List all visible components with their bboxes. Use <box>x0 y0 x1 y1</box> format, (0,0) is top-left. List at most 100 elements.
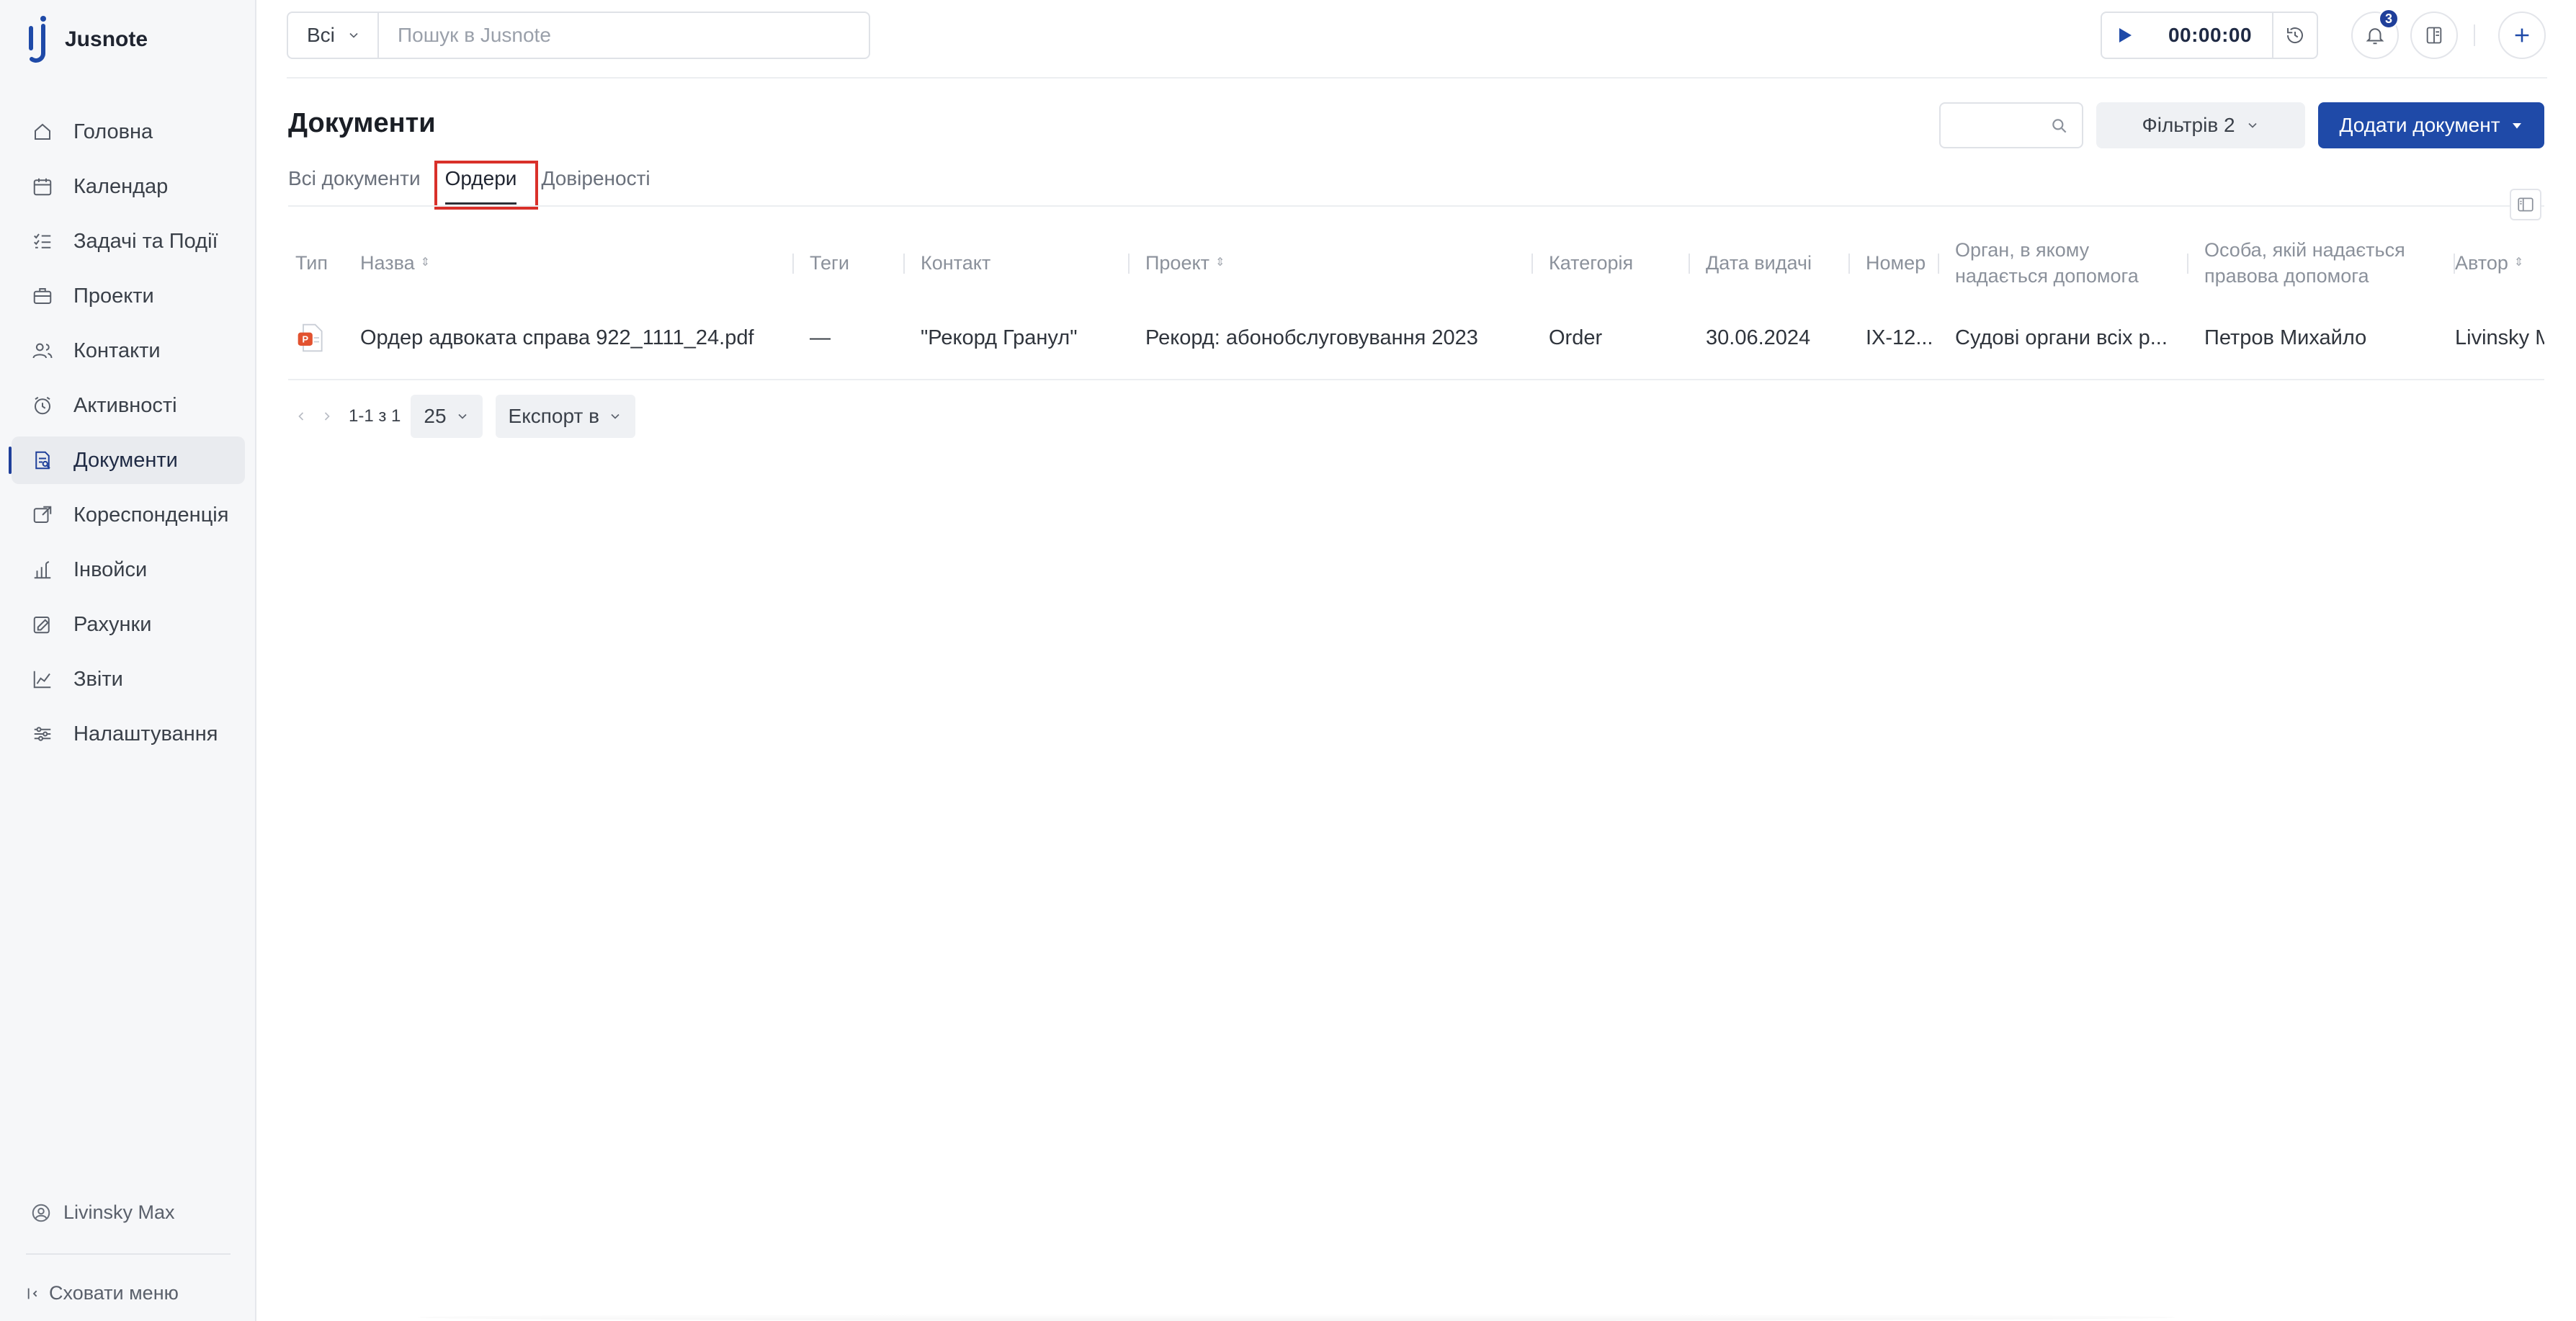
sidebar-item-activities[interactable]: Активності <box>12 382 245 429</box>
column-header-authority: Орган, в якому надається допомога <box>1955 230 2178 295</box>
column-settings-button[interactable] <box>2510 189 2541 220</box>
table-row[interactable]: P Ордер адвоката справа 922_1111_24.pdf … <box>288 295 2544 380</box>
timer-value: 00:00:00 <box>2168 24 2253 46</box>
sidebar-item-label: Задачі та Події <box>73 229 218 253</box>
table-header: Тип Назва ⇕ Теги Контакт Проект ⇕ Категорі… <box>288 230 2544 295</box>
sidebar: Jusnote Головна Календар Задачі та Події… <box>0 0 256 1321</box>
timer-history-button[interactable] <box>2272 13 2317 58</box>
tab-orders[interactable]: Ордери <box>444 161 516 205</box>
topbar-separator <box>2474 24 2475 46</box>
column-header-tags: Теги <box>810 230 849 295</box>
sidebar-item-label: Контакти <box>73 339 161 362</box>
pagination: 1-1 з 1 25 Експорт в <box>288 395 635 438</box>
sidebar-item-documents[interactable]: Документи <box>9 436 245 484</box>
page-title: Документи <box>288 108 436 138</box>
sidebar-item-correspondence[interactable]: Кореспонденція <box>12 491 245 539</box>
next-page-button[interactable] <box>314 395 340 438</box>
sidebar-item-reports[interactable]: Звіти <box>12 655 245 703</box>
column-header-label: Орган, в якому надається допомога <box>1955 239 2139 287</box>
column-header-project[interactable]: Проект ⇕ <box>1145 230 1225 295</box>
export-select[interactable]: Експорт в <box>495 395 635 438</box>
sidebar-item-projects[interactable]: Проекти <box>12 272 245 320</box>
sidebar-item-label: Налаштування <box>73 722 218 745</box>
cell-category: Order <box>1549 326 1603 349</box>
document-tabs: Всі документи Ордери Довіреності <box>288 161 675 206</box>
column-separator[interactable] <box>1128 254 1130 274</box>
quick-add-button[interactable] <box>2498 12 2546 59</box>
user-icon <box>32 1204 50 1222</box>
timer-widget: 00:00:00 <box>2101 12 2318 59</box>
play-icon <box>2119 28 2132 42</box>
cell-number: IX-12... <box>1866 326 1933 349</box>
user-profile[interactable]: Livinsky Max <box>30 1201 175 1224</box>
column-separator[interactable] <box>792 254 794 274</box>
hide-menu-label: Сховати меню <box>49 1282 179 1304</box>
sidebar-item-label: Документи <box>73 448 178 472</box>
sidebar-item-label: Головна <box>73 120 153 143</box>
add-document-button[interactable]: Додати документ <box>2318 102 2544 148</box>
plus-icon <box>2515 28 2529 42</box>
tab-powers-of-attorney[interactable]: Довіреності <box>541 161 650 205</box>
global-search-input[interactable] <box>377 12 870 59</box>
column-separator[interactable] <box>1531 254 1533 274</box>
column-separator[interactable] <box>1848 254 1850 274</box>
documents-search-input[interactable] <box>1939 102 2083 148</box>
history-icon <box>2286 27 2303 44</box>
search-scope-value: Всі <box>307 24 335 46</box>
sidebar-item-contacts[interactable]: Контакти <box>12 327 245 375</box>
side-panel-button[interactable] <box>2410 12 2458 59</box>
cell-contact[interactable]: "Рекорд Гранул" <box>921 295 1122 380</box>
sidebar-item-settings[interactable]: Налаштування <box>12 710 245 758</box>
topbar: Всі 00:00:00 3 <box>256 0 2576 79</box>
timer-play-button[interactable] <box>2102 13 2148 58</box>
sidebar-item-invoices[interactable]: Інвойси <box>12 546 245 594</box>
sidebar-item-tasks[interactable]: Задачі та Події <box>12 218 245 265</box>
sidebar-item-bills[interactable]: Рахунки <box>12 601 245 648</box>
filters-button[interactable]: Фільтрів 2 <box>2096 102 2305 148</box>
sort-icon: ⇕ <box>2513 256 2524 269</box>
sidebar-item-label: Звіти <box>73 667 123 691</box>
page-size-select[interactable]: 25 <box>411 395 483 438</box>
sidebar-item-label: Проекти <box>73 284 154 308</box>
sidebar-item-calendar[interactable]: Календар <box>12 163 245 210</box>
filters-label: Фільтрів 2 <box>2142 114 2235 136</box>
clock-icon <box>30 393 55 418</box>
add-document-label: Додати документ <box>2339 114 2500 136</box>
cell-author: Livinsky M <box>2455 326 2544 349</box>
column-separator[interactable] <box>2187 254 2188 274</box>
columns-icon <box>2518 197 2533 212</box>
hide-menu-button[interactable]: Сховати меню <box>26 1282 179 1304</box>
column-separator[interactable] <box>903 254 905 274</box>
column-header-label: Тип <box>295 252 328 274</box>
tab-all-documents[interactable]: Всі документи <box>288 161 421 205</box>
column-separator[interactable] <box>1938 254 1939 274</box>
column-header-label: Автор <box>2455 252 2508 274</box>
cell-project[interactable]: Рекорд: абонобслуговування 2023 <box>1145 295 1527 380</box>
home-icon <box>30 120 55 144</box>
sidebar-item-label: Календар <box>73 174 169 198</box>
book-icon <box>2426 27 2442 44</box>
sidebar-nav: Головна Календар Задачі та Події Проекти… <box>9 108 245 765</box>
app-logo[interactable]: Jusnote <box>26 13 148 66</box>
column-header-name[interactable]: Назва ⇕ <box>360 230 430 295</box>
column-header-label: Теги <box>810 252 849 274</box>
column-header-label: Проект <box>1145 252 1209 274</box>
sidebar-item-label: Кореспонденція <box>73 503 229 527</box>
cell-authority: Судові органи всіх р... <box>1955 326 2168 349</box>
caret-down-icon <box>2512 123 2521 129</box>
chevron-down-icon <box>457 413 467 419</box>
column-separator[interactable] <box>1689 254 1690 274</box>
sidebar-item-home[interactable]: Головна <box>12 108 245 156</box>
chevron-down-icon <box>611 413 620 419</box>
cell-name[interactable]: Ордер адвоката справа 922_1111_24.pdf <box>360 295 785 380</box>
svg-text:P: P <box>302 333 308 344</box>
chevron-left-icon <box>298 412 304 421</box>
sidebar-item-label: Активності <box>73 393 177 417</box>
prev-page-button[interactable] <box>288 395 314 438</box>
column-header-author[interactable]: Автор ⇕ <box>2455 230 2523 295</box>
pdf-icon: P <box>298 323 323 352</box>
column-header-label: Особа, якій надається правова допомога <box>2204 239 2405 287</box>
notifications-button[interactable]: 3 <box>2351 9 2399 59</box>
column-header-label: Категорія <box>1549 252 1634 274</box>
search-scope-select[interactable]: Всі <box>287 12 377 59</box>
